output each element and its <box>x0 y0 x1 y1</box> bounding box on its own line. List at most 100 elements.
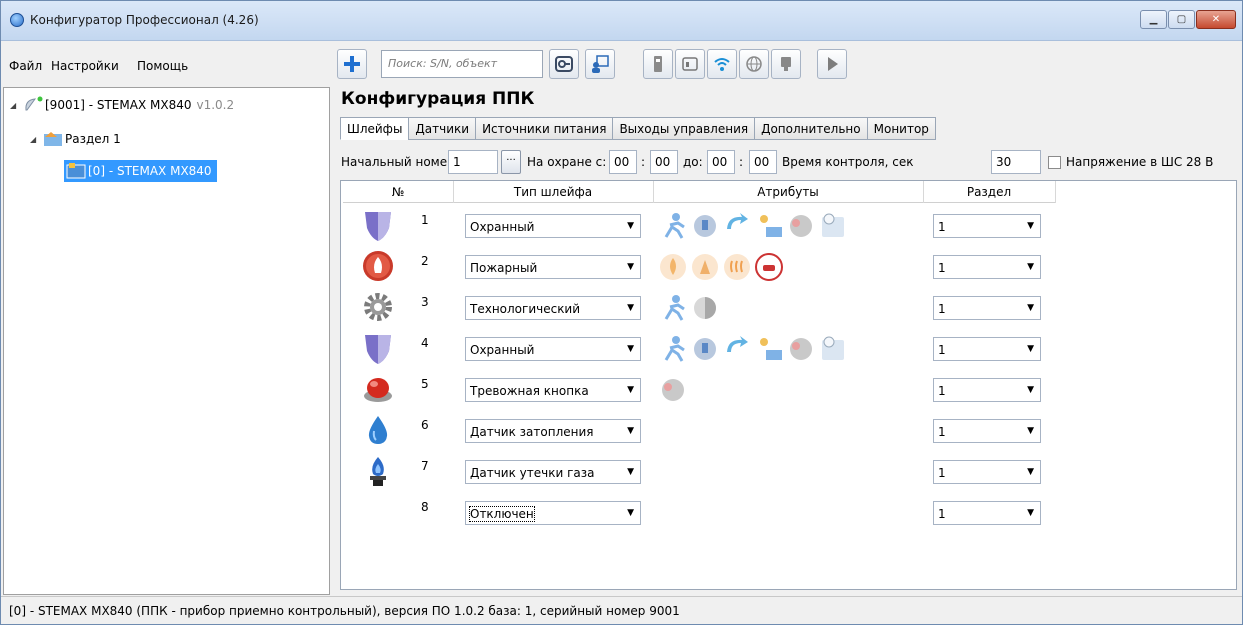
clock-24h-icon[interactable] <box>754 334 784 364</box>
tree-device-label: [0] - STEMAX MX840 <box>88 164 212 178</box>
loop-type-select[interactable]: Охранный ▼ <box>465 214 641 238</box>
col-attributes-header: Атрибуты <box>757 185 819 199</box>
guard-from-minutes-input[interactable]: 00 <box>650 150 678 174</box>
dropdown-arrow-icon: ▼ <box>1027 221 1034 231</box>
tree-root-version: v1.0.2 <box>196 98 235 112</box>
network-button[interactable] <box>739 49 769 79</box>
flame-sensor-icon[interactable] <box>658 252 688 282</box>
section-select[interactable]: 1 ▼ <box>933 255 1041 279</box>
tab-monitor[interactable]: Монитор <box>866 117 936 140</box>
guard-to-hours-input[interactable]: 00 <box>707 150 735 174</box>
alarm-button-icon <box>364 378 392 402</box>
loop-type-value: Технологический <box>470 302 581 316</box>
row-number: 5 <box>421 377 429 391</box>
dropdown-arrow-icon: ▼ <box>1027 303 1034 313</box>
timer-calendar-icon[interactable] <box>818 211 848 241</box>
running-man-icon[interactable] <box>658 293 688 323</box>
start-number-dots-button[interactable]: ... <box>501 150 521 174</box>
key-icon <box>555 56 573 72</box>
wifi-button[interactable] <box>707 49 737 79</box>
table-row: 2 Пожарный ▼ 1 ▼ <box>341 246 1053 287</box>
usb-button[interactable] <box>643 49 673 79</box>
half-circle-icon[interactable] <box>690 293 720 323</box>
voltage-28v-checkbox[interactable] <box>1048 156 1061 169</box>
row-number: 2 <box>421 254 429 268</box>
start-number-input[interactable]: 1 <box>448 150 498 174</box>
play-icon <box>828 57 838 71</box>
loop-type-select[interactable]: Датчик затопления ▼ <box>465 419 641 443</box>
close-button[interactable]: ✕ <box>1196 10 1236 29</box>
heat-waves-icon[interactable] <box>722 252 752 282</box>
menu-help[interactable]: Помощь <box>137 59 188 73</box>
section-select[interactable]: 1 ▼ <box>933 501 1041 525</box>
guard-from-hours-input[interactable]: 00 <box>609 150 637 174</box>
tab-outputs[interactable]: Выходы управления <box>612 117 755 140</box>
section-select[interactable]: 1 ▼ <box>933 337 1041 361</box>
dropdown-arrow-icon: ▼ <box>1027 467 1034 477</box>
loops-grid: № Тип шлейфа Атрибуты Раздел 1 Охранный ▼ <box>340 180 1237 590</box>
loop-type-select[interactable]: Охранный ▼ <box>465 337 641 361</box>
radio-button[interactable] <box>771 49 801 79</box>
collapse-arrow-icon[interactable]: ◢ <box>10 101 20 110</box>
tree-node-device[interactable]: [0] - STEMAX MX840 <box>64 160 217 182</box>
add-button[interactable] <box>337 49 367 79</box>
refresh-arrow-icon[interactable] <box>722 334 752 364</box>
section-select[interactable]: 1 ▼ <box>933 419 1041 443</box>
col-section-header: Раздел <box>966 185 1012 199</box>
gauge-lock-icon[interactable] <box>690 334 720 364</box>
tree-device-selected[interactable]: [0] - STEMAX MX840 <box>64 160 217 182</box>
minimize-button[interactable]: ▁ <box>1140 10 1167 29</box>
loop-type-select[interactable]: Отключен ▼ <box>465 501 641 525</box>
control-time-label: Время контроля, сек <box>782 155 914 169</box>
loop-type-select[interactable]: Датчик утечки газа ▼ <box>465 460 641 484</box>
row-number: 8 <box>421 500 429 514</box>
header-separator <box>1055 181 1056 203</box>
alarm-bell-icon[interactable] <box>786 334 816 364</box>
section-select[interactable]: 1 ▼ <box>933 296 1041 320</box>
running-man-icon[interactable] <box>658 334 688 364</box>
running-man-icon[interactable] <box>658 211 688 241</box>
section-value: 1 <box>938 425 946 439</box>
timer-calendar-icon[interactable] <box>818 334 848 364</box>
alarm-bell-icon[interactable] <box>786 211 816 241</box>
heat-flame-icon[interactable] <box>690 252 720 282</box>
refresh-arrow-icon[interactable] <box>722 211 752 241</box>
fire-alarm-button-icon[interactable] <box>754 252 784 282</box>
status-bar: [0] - STEMAX MX840 (ППК - прибор приемно… <box>1 596 1242 624</box>
users-button[interactable] <box>585 49 615 79</box>
tab-power[interactable]: Источники питания <box>475 117 613 140</box>
loop-type-select[interactable]: Тревожная кнопка ▼ <box>465 378 641 402</box>
section-select[interactable]: 1 ▼ <box>933 378 1041 402</box>
alarm-bell-icon[interactable] <box>658 375 688 405</box>
section-value: 1 <box>938 261 946 275</box>
globe-icon <box>746 56 762 72</box>
guard-to-label: до: <box>683 155 703 169</box>
search-input[interactable]: Поиск: S/N, объект <box>381 50 543 78</box>
section-select[interactable]: 1 ▼ <box>933 460 1041 484</box>
loop-type-select[interactable]: Пожарный ▼ <box>465 255 641 279</box>
attribute-icons <box>658 293 722 323</box>
tab-sensors[interactable]: Датчики <box>408 117 476 140</box>
tree-node-partition[interactable]: ◢ Раздел 1 <box>30 128 121 150</box>
phone-button[interactable] <box>675 49 705 79</box>
gauge-lock-icon[interactable] <box>690 211 720 241</box>
connect-button[interactable] <box>549 49 579 79</box>
menu-settings[interactable]: Настройки <box>51 59 119 73</box>
dropdown-arrow-icon: ▼ <box>1027 508 1034 518</box>
user-computer-icon <box>592 55 609 73</box>
row-number: 4 <box>421 336 429 350</box>
tab-additional[interactable]: Дополнительно <box>754 117 867 140</box>
run-button[interactable] <box>817 49 847 79</box>
collapse-arrow-icon[interactable]: ◢ <box>30 135 40 144</box>
start-number-label: Начальный номер <box>341 155 455 169</box>
section-select[interactable]: 1 ▼ <box>933 214 1041 238</box>
guard-to-minutes-input[interactable]: 00 <box>749 150 777 174</box>
tree-node-root[interactable]: ◢ [9001] - STEMAX MX840 v1.0.2 <box>10 94 234 116</box>
control-time-input[interactable]: 30 <box>991 150 1041 174</box>
clock-24h-icon[interactable] <box>754 211 784 241</box>
menu-file[interactable]: Файл <box>9 59 42 73</box>
tab-loops[interactable]: Шлейфы <box>340 117 409 140</box>
maximize-button[interactable]: ▢ <box>1168 10 1195 29</box>
loop-type-select[interactable]: Технологический ▼ <box>465 296 641 320</box>
attribute-icons <box>658 252 786 282</box>
